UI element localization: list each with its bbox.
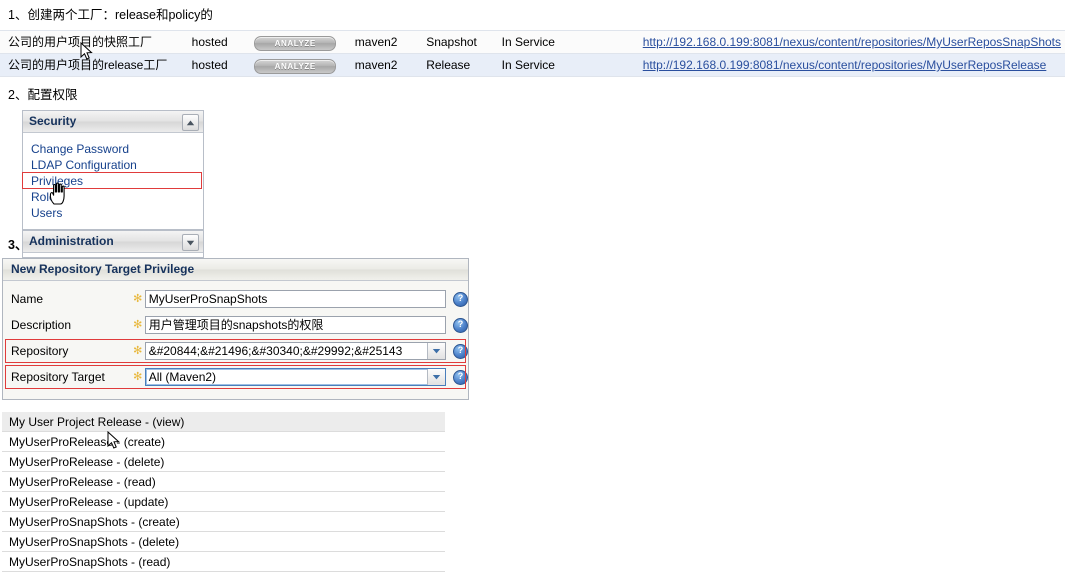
select-field[interactable]: &#20844;&#21496;&#30340;&#29992;&#25143: [144, 342, 446, 360]
repo-url-cell: http://192.168.0.199:8081/nexus/content/…: [634, 53, 1065, 77]
chevron-down-icon[interactable]: [427, 343, 445, 359]
security-links-list: Change Password LDAP Configuration Privile…: [23, 133, 203, 229]
repo-format-cell: maven2: [346, 53, 419, 77]
help-icon[interactable]: ?: [453, 343, 468, 359]
list-item[interactable]: MyUserProRelease - (update): [2, 492, 445, 512]
text-field[interactable]: 用户管理项目的snapshots的权限: [144, 316, 446, 334]
repo-status-cell: In Service: [493, 30, 635, 54]
step-2-heading: 2、配置权限: [8, 88, 78, 102]
form-row: Name ✻ MyUserProSnapShots?: [3, 287, 468, 311]
security-panel-header: Security: [23, 111, 203, 133]
repo-action-cell: ANALYZE: [246, 53, 347, 77]
security-link-ldap-configuration[interactable]: LDAP Configuration: [23, 157, 203, 173]
security-link-roles[interactable]: Roles: [23, 189, 203, 205]
administration-panel: Administration: [22, 230, 204, 258]
privilege-list: My User Project Release - (view) MyUserPr…: [2, 412, 445, 572]
new-repository-target-privilege-form: New Repository Target Privilege Name ✻ MyU…: [2, 258, 469, 400]
repo-action-cell: ANALYZE: [246, 30, 347, 54]
chevron-down-icon[interactable]: [427, 369, 445, 385]
security-link-change-password[interactable]: Change Password: [23, 141, 203, 157]
list-item[interactable]: MyUserProSnapShots - (read): [2, 552, 445, 572]
form-row: Repository ✻ &#20844;&#21496;&#30340;&#299…: [3, 339, 468, 363]
analyze-button[interactable]: ANALYZE: [254, 59, 337, 74]
repo-type-cell: hosted: [183, 53, 247, 77]
repo-name-cell: 公司的用户项目的release工厂: [0, 53, 184, 77]
repository-table: 公司的用户项目的快照工厂 hosted ANALYZE maven2 Snapshot I…: [0, 30, 1065, 77]
required-star-icon: ✻: [133, 318, 143, 331]
required-star-icon: ✻: [133, 292, 143, 305]
list-item[interactable]: My User Project Release - (view): [2, 412, 445, 432]
help-icon[interactable]: ?: [453, 317, 468, 333]
expand-down-icon[interactable]: [182, 234, 199, 251]
collapse-up-icon[interactable]: [182, 114, 199, 131]
administration-panel-title: Administration: [29, 234, 114, 248]
repo-status-cell: In Service: [493, 53, 635, 77]
field-value: 用户管理项目的snapshots的权限: [148, 318, 324, 332]
field-label: Repository Target: [11, 370, 105, 384]
repo-url-cell: http://192.168.0.199:8081/nexus/content/…: [634, 30, 1065, 54]
text-field[interactable]: MyUserProSnapShots: [144, 290, 446, 308]
form-fields: Name ✻ MyUserProSnapShots? Description ✻ 用户管理…: [3, 281, 468, 399]
list-item[interactable]: MyUserProRelease - (create): [2, 432, 445, 452]
required-star-icon: ✻: [133, 370, 143, 383]
security-panel: Security Change Password LDAP Configurati…: [22, 110, 204, 230]
repo-policy-cell: Release: [418, 53, 494, 77]
repo-url-link[interactable]: http://192.168.0.199:8081/nexus/content/…: [643, 58, 1047, 72]
form-title: New Repository Target Privilege: [3, 259, 468, 281]
repo-format-cell: maven2: [346, 30, 419, 54]
security-panel-title: Security: [29, 114, 77, 128]
repo-url-link[interactable]: http://192.168.0.199:8081/nexus/content/…: [643, 35, 1061, 49]
list-item[interactable]: MyUserProRelease - (delete): [2, 452, 445, 472]
help-icon[interactable]: ?: [453, 291, 468, 307]
field-label: Name: [11, 292, 44, 306]
form-row: Repository Target ✻ All (Maven2)?: [3, 365, 468, 389]
required-star-icon: ✻: [133, 344, 143, 357]
field-value: All (Maven2): [148, 370, 217, 384]
security-link-users[interactable]: Users: [23, 205, 203, 221]
list-item[interactable]: MyUserProSnapShots - (delete): [2, 532, 445, 552]
security-link-privileges[interactable]: Privileges: [23, 173, 203, 189]
repo-name-cell: 公司的用户项目的快照工厂: [0, 30, 184, 54]
help-icon[interactable]: ?: [453, 369, 468, 385]
repo-type-cell: hosted: [183, 30, 247, 54]
field-label: Repository: [11, 344, 69, 358]
field-value: &#20844;&#21496;&#30340;&#29992;&#25143: [148, 344, 403, 358]
step-1-heading: 1、创建两个工厂：release和policy的: [8, 8, 213, 22]
table-row[interactable]: 公司的用户项目的快照工厂 hosted ANALYZE maven2 Snapshot I…: [0, 30, 1065, 54]
administration-panel-header: Administration: [23, 231, 203, 253]
analyze-button[interactable]: ANALYZE: [254, 36, 337, 51]
field-value: MyUserProSnapShots: [148, 292, 268, 306]
repo-policy-cell: Snapshot: [418, 30, 494, 54]
list-item[interactable]: MyUserProRelease - (read): [2, 472, 445, 492]
select-field[interactable]: All (Maven2): [144, 368, 446, 386]
list-item[interactable]: MyUserProSnapShots - (create): [2, 512, 445, 532]
form-row: Description ✻ 用户管理项目的snapshots的权限?: [3, 313, 468, 337]
field-label: Description: [11, 318, 72, 332]
table-row[interactable]: 公司的用户项目的release工厂 hosted ANALYZE maven2 Rele…: [0, 53, 1065, 77]
